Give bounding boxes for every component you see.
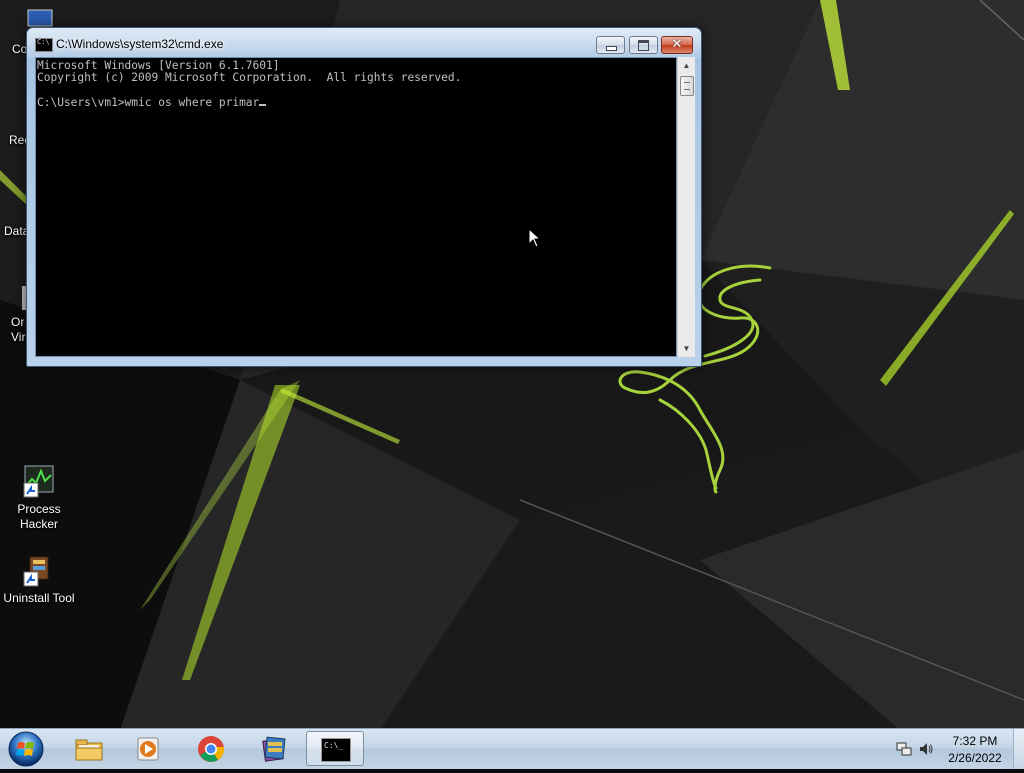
uninstall-tool-label: Uninstall Tool bbox=[3, 591, 75, 605]
oracle-vm-icon-label: Or bbox=[11, 315, 25, 329]
process-hacker-label-line1: Process bbox=[17, 502, 61, 516]
close-icon: ✕ bbox=[671, 36, 683, 51]
text-cursor bbox=[259, 104, 267, 107]
process-hacker-icon bbox=[22, 465, 56, 499]
folder-icon bbox=[75, 739, 103, 761]
volume-icon[interactable] bbox=[918, 741, 934, 757]
vertical-scrollbar[interactable]: ▲ ▼ bbox=[677, 57, 695, 357]
cmd-titlebar[interactable]: C:\Windows\system32\cmd.exe ✕ bbox=[27, 28, 701, 58]
taskbar: C:\_ 7:32 PM 2/26/2022 bbox=[0, 728, 1024, 769]
scroll-thumb[interactable] bbox=[680, 76, 694, 96]
windows-start-orb-icon bbox=[8, 731, 44, 767]
taskbar-chrome-button[interactable] bbox=[182, 731, 240, 766]
cmd-window-icon[interactable] bbox=[35, 38, 53, 52]
show-desktop-button[interactable] bbox=[1013, 729, 1024, 769]
cmd-icon-text: C:\_ bbox=[324, 741, 344, 750]
system-tray: 7:32 PM 2/26/2022 bbox=[884, 729, 1024, 769]
console-input-text: C:\Users\vm1>wmic os where primar bbox=[37, 96, 260, 110]
taskbar-media-player-button[interactable] bbox=[120, 731, 178, 766]
minimize-button[interactable] bbox=[596, 36, 625, 54]
start-button[interactable] bbox=[6, 730, 46, 768]
taskbar-explorer-button[interactable] bbox=[60, 731, 118, 766]
media-player-icon bbox=[137, 737, 159, 761]
mouse-pointer-icon bbox=[528, 228, 542, 248]
clock-date[interactable]: 2/26/2022 bbox=[936, 751, 1014, 765]
uninstall-tool-desktop-icon[interactable]: Uninstall Tool bbox=[1, 554, 77, 606]
scroll-down-arrow-icon[interactable]: ▼ bbox=[678, 340, 695, 357]
cmd-icon: C:\_ bbox=[321, 738, 351, 762]
process-hacker-label-line2: Hacker bbox=[19, 517, 58, 531]
network-icon[interactable] bbox=[896, 741, 912, 757]
maximize-button[interactable] bbox=[629, 36, 658, 54]
chrome-icon bbox=[198, 736, 225, 762]
close-button[interactable]: ✕ bbox=[661, 36, 693, 54]
oracle-vm-icon-label-line2: Vir bbox=[11, 330, 26, 344]
console-prompt-line[interactable]: C:\Users\vm1>wmic os where primar bbox=[37, 96, 676, 110]
taskbar-cmd-button[interactable]: C:\_ bbox=[306, 731, 364, 766]
process-hacker-desktop-icon[interactable]: Process Hacker bbox=[1, 465, 77, 532]
console-output[interactable]: Microsoft Windows [Version 6.1.7601] Cop… bbox=[35, 57, 677, 357]
taskbar-winrar-button[interactable] bbox=[244, 731, 302, 766]
console-line: Copyright (c) 2009 Microsoft Corporation… bbox=[37, 71, 462, 85]
uninstall-tool-icon bbox=[22, 554, 56, 588]
winrar-icon bbox=[262, 736, 286, 762]
scroll-up-arrow-icon[interactable]: ▲ bbox=[678, 57, 695, 74]
cmd-window-title: C:\Windows\system32\cmd.exe bbox=[56, 37, 224, 51]
clock-time[interactable]: 7:32 PM bbox=[936, 734, 1014, 748]
cmd-window[interactable]: C:\Windows\system32\cmd.exe ✕ Microsoft … bbox=[26, 27, 702, 367]
